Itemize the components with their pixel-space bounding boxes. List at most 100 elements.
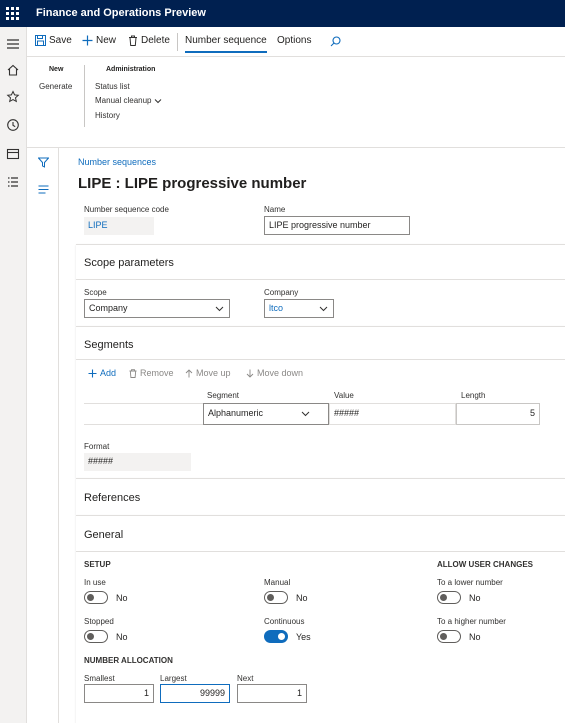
new-group-title: New — [49, 66, 64, 73]
save-icon — [35, 35, 46, 46]
hamburger-menu-icon[interactable] — [6, 37, 20, 51]
format-label: Format — [84, 442, 110, 451]
manual-cleanup-button[interactable]: Manual cleanup — [95, 96, 162, 105]
generate-button[interactable]: Generate — [39, 82, 72, 91]
main-content: Number sequences LIPE : LIPE progressive… — [59, 148, 565, 723]
filter-icon[interactable] — [38, 157, 49, 168]
next-label: Next — [237, 674, 254, 683]
move-down-button[interactable]: Move down — [246, 368, 303, 378]
continuous-toggle[interactable] — [264, 630, 288, 643]
chevron-down-icon — [319, 306, 328, 312]
stopped-label: Stopped — [84, 617, 114, 626]
app-header: Finance and Operations Preview — [0, 0, 565, 27]
side-pane — [27, 148, 59, 723]
chevron-down-icon — [215, 306, 224, 312]
favorites-star-icon[interactable] — [6, 90, 20, 104]
next-field[interactable]: 1 — [237, 684, 307, 703]
action-separator — [177, 33, 178, 51]
scope-value: Company — [89, 303, 128, 313]
tab-number-sequence[interactable]: Number sequence — [185, 35, 267, 53]
ribbon-divider — [84, 65, 85, 127]
page-title: LIPE : LIPE progressive number — [78, 175, 307, 192]
navigation-rail — [0, 27, 27, 723]
stopped-value: No — [116, 632, 128, 642]
modules-list-icon[interactable] — [6, 175, 20, 189]
add-label: Add — [100, 368, 117, 378]
chevron-down-icon — [301, 411, 310, 417]
setup-group-title: SETUP — [84, 560, 111, 569]
move-up-label: Move up — [196, 368, 231, 378]
breadcrumb[interactable]: Number sequences — [78, 157, 156, 167]
higher-number-label: To a higher number — [437, 617, 506, 626]
value-column-header: Value — [334, 391, 354, 400]
higher-number-value: No — [469, 632, 481, 642]
code-value[interactable]: LIPE — [84, 217, 154, 235]
lower-number-value: No — [469, 593, 481, 603]
plus-icon — [88, 369, 97, 377]
search-icon[interactable] — [330, 36, 341, 47]
lower-number-label: To a lower number — [437, 578, 503, 587]
save-label: Save — [49, 35, 72, 46]
history-button[interactable]: History — [95, 111, 120, 120]
value-cell[interactable]: ##### — [329, 403, 456, 425]
scope-label: Scope — [84, 288, 107, 297]
in-use-label: In use — [84, 578, 106, 587]
company-value: ltco — [269, 303, 284, 313]
app-title: Finance and Operations Preview — [36, 7, 206, 19]
manual-value: No — [296, 593, 308, 603]
delete-label: Delete — [141, 35, 170, 46]
in-use-toggle[interactable] — [84, 591, 108, 604]
continuous-label: Continuous — [264, 617, 305, 626]
segments-section-header[interactable]: Segments — [84, 339, 134, 351]
format-value: ##### — [84, 453, 191, 471]
administration-group-title: Administration — [106, 66, 156, 73]
move-up-button[interactable]: Move up — [185, 368, 231, 378]
home-icon[interactable] — [6, 63, 20, 77]
move-down-label: Move down — [257, 368, 304, 378]
segments-section: Segments Add Remove Move up Move down Se… — [76, 326, 565, 478]
general-section-header[interactable]: General — [84, 529, 123, 541]
company-select[interactable]: ltco — [264, 299, 334, 318]
section-divider — [76, 279, 565, 280]
largest-label: Largest — [160, 674, 187, 683]
new-button[interactable]: New — [82, 35, 116, 46]
remove-segment-button[interactable]: Remove — [129, 368, 174, 378]
app-launcher-icon[interactable] — [6, 7, 19, 20]
continuous-value: Yes — [296, 632, 311, 642]
new-label: New — [96, 35, 117, 46]
save-button[interactable]: Save — [35, 35, 72, 46]
manual-toggle[interactable] — [264, 591, 288, 604]
scope-section-header[interactable]: Scope parameters — [84, 257, 174, 269]
trash-icon — [129, 368, 137, 378]
smallest-field[interactable]: 1 — [84, 684, 154, 703]
higher-number-toggle[interactable] — [437, 630, 461, 643]
segment-select[interactable]: Alphanumeric — [203, 403, 329, 425]
list-view-icon[interactable] — [38, 184, 49, 195]
length-cell[interactable]: 5 — [456, 403, 540, 425]
status-list-button[interactable]: Status list — [95, 82, 130, 91]
remove-label: Remove — [140, 368, 174, 378]
smallest-label: Smallest — [84, 674, 115, 683]
table-row[interactable]: Alphanumeric ##### 5 — [84, 403, 540, 425]
name-field[interactable]: LIPE progressive number — [264, 216, 410, 235]
delete-button[interactable]: Delete — [128, 35, 170, 46]
chevron-down-icon — [155, 98, 162, 103]
company-label: Company — [264, 288, 299, 297]
ribbon-panel: New Generate Administration Status list … — [27, 57, 565, 148]
add-segment-button[interactable]: Add — [88, 368, 116, 378]
section-divider — [76, 359, 565, 360]
workspaces-icon[interactable] — [6, 147, 20, 161]
trash-icon — [129, 35, 137, 46]
length-column-header: Length — [461, 391, 486, 400]
plus-icon — [82, 35, 93, 46]
header-fields-card: Number sequence code LIPE Name LIPE prog… — [76, 204, 565, 244]
stopped-toggle[interactable] — [84, 630, 108, 643]
segment-value: Alphanumeric — [208, 408, 264, 418]
lower-number-toggle[interactable] — [437, 591, 461, 604]
number-allocation-title: NUMBER ALLOCATION — [84, 656, 173, 665]
recent-clock-icon[interactable] — [6, 118, 20, 132]
tab-options[interactable]: Options — [277, 35, 311, 46]
scope-select[interactable]: Company — [84, 299, 230, 318]
references-section-header[interactable]: References — [84, 492, 140, 504]
largest-field[interactable]: 99999 — [160, 684, 230, 703]
